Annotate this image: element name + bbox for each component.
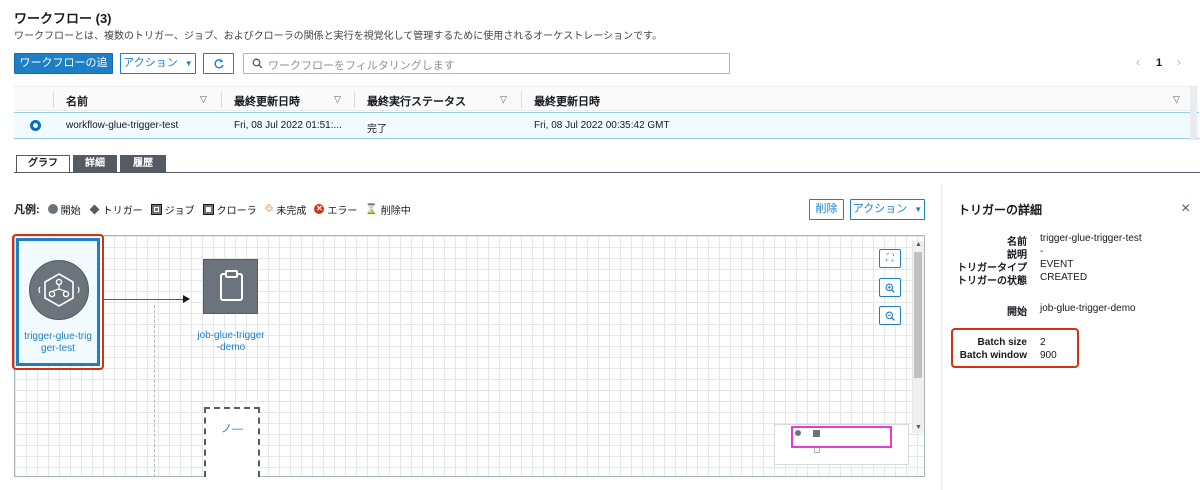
start-circle-icon [47, 204, 58, 214]
field-value: job-glue-trigger-demo [1040, 303, 1136, 314]
column-name[interactable]: 名前 [66, 93, 88, 109]
job-node-label[interactable]: job-glue-trigger -demo [188, 330, 274, 354]
legend-deleting: ⌛ 削除中 [365, 203, 411, 217]
trigger-diamond-icon [89, 204, 100, 214]
sort-caret-icon[interactable]: ▽ [334, 94, 341, 105]
graph-actions-dropdown[interactable]: アクション ▼ [850, 199, 925, 220]
legend-trigger: トリガー [89, 202, 143, 217]
caret-down-icon: ▼ [184, 59, 193, 68]
column-divider [53, 91, 54, 108]
cell-status: 完了 [367, 124, 387, 135]
trigger-node-icon [29, 260, 89, 320]
column-divider [221, 91, 222, 108]
crawler-icon [202, 203, 214, 215]
actions-dropdown[interactable]: アクション ▼ [120, 53, 196, 74]
field-value: CREATED [1040, 272, 1088, 283]
search-icon [252, 58, 263, 69]
cell-modified: Fri, 08 Jul 2022 01:51:... [234, 120, 342, 131]
dashed-edge [154, 305, 155, 477]
page-number[interactable]: 1 [1156, 57, 1162, 69]
row-radio-selected[interactable] [30, 120, 41, 131]
legend-incomplete: ⟐ 未完成 [264, 202, 307, 217]
tab-history[interactable]: 履歴 [120, 155, 166, 173]
scrollbar-thumb[interactable] [914, 252, 922, 378]
table-scrollbar[interactable] [1190, 86, 1197, 140]
zoom-out-icon [885, 311, 895, 321]
legend-label: 凡例: [14, 204, 40, 216]
cell-updated: Fri, 08 Jul 2022 00:35:42 GMT [534, 120, 670, 131]
graph-actions-label: アクション [852, 203, 908, 215]
tab-graph[interactable]: グラフ [16, 155, 70, 173]
field-key: トリガーの状態 [957, 276, 1027, 287]
column-last-updated[interactable]: 最終更新日時 [534, 93, 600, 109]
prev-page-icon[interactable]: ‹ [1136, 55, 1140, 69]
scroll-up-icon[interactable]: ▲ [915, 241, 922, 248]
column-divider [354, 91, 355, 108]
column-divider [521, 91, 522, 108]
batch-highlight-box [951, 328, 1079, 368]
caret-down-icon: ▼ [914, 205, 923, 214]
add-workflow-button[interactable]: ワークフローの追加 [14, 53, 113, 88]
job-icon [150, 203, 162, 215]
incomplete-icon: ⟐ [264, 202, 274, 215]
tab-details[interactable]: 詳細 [73, 155, 117, 173]
legend-crawler: クローラ [202, 202, 257, 217]
table-header: 名前 ▽ 最終更新日時 ▽ 最終実行ステータス ▽ 最終更新日時 ▽ [14, 86, 1199, 111]
arrowhead-icon [183, 295, 190, 303]
close-icon[interactable]: × [1181, 201, 1190, 217]
column-last-modified[interactable]: 最終更新日時 [234, 93, 300, 109]
sort-caret-icon[interactable]: ▽ [200, 94, 207, 105]
tabs-divider [14, 172, 1200, 173]
legend-start: 開始 [47, 202, 81, 217]
refresh-button[interactable] [203, 53, 234, 74]
legend-error: ✕ エラー [314, 204, 358, 217]
zoom-in-button[interactable] [879, 278, 901, 297]
details-title: トリガーの詳細 [958, 203, 1043, 217]
trigger-node[interactable]: trigger-glue-trig ger-test [16, 238, 100, 366]
placeholder-node-label: ノ— [221, 423, 243, 435]
trigger-node-label[interactable]: trigger-glue-trig ger-test [19, 331, 97, 355]
sort-caret-icon[interactable]: ▽ [500, 94, 507, 105]
next-page-icon[interactable]: › [1177, 55, 1181, 69]
search-placeholder: ワークフローをフィルタリングします [268, 60, 455, 72]
page-title: ワークフロー (3) [14, 11, 112, 26]
field-value: - [1040, 246, 1044, 257]
zoom-in-icon [885, 283, 895, 293]
fit-view-button[interactable]: ⛶ [879, 249, 901, 268]
legend-job: ジョブ [150, 202, 195, 217]
edge-arrow [103, 299, 187, 300]
field-value: trigger-glue-trigger-test [1040, 233, 1142, 244]
job-node[interactable] [203, 259, 258, 314]
error-icon: ✕ [314, 204, 325, 214]
table-row[interactable]: workflow-glue-trigger-test Fri, 08 Jul 2… [14, 112, 1199, 139]
fit-icon: ⛶ [886, 253, 894, 264]
minimap-viewport[interactable] [791, 426, 892, 448]
sort-caret-icon[interactable]: ▽ [1173, 94, 1180, 105]
search-input[interactable]: ワークフローをフィルタリングします [243, 53, 730, 74]
delete-button[interactable]: 削除 [809, 199, 844, 220]
placeholder-node[interactable]: ノ— [204, 407, 260, 477]
page-description: ワークフローとは、複数のトリガー、ジョブ、およびクローラの関係と実行を視覚化して… [14, 31, 663, 42]
field-key: 開始 [1007, 307, 1027, 318]
actions-label: アクション [123, 57, 178, 69]
scroll-down-icon[interactable]: ▼ [915, 424, 922, 431]
refresh-icon [214, 59, 224, 69]
zoom-out-button[interactable] [879, 306, 901, 325]
legend: 凡例: 開始 トリガー ジョブ クローラ ⟐ 未完成 ✕ エラー ⌛ 削除中 [14, 202, 419, 217]
hourglass-icon: ⌛ [365, 203, 378, 215]
column-last-run-status[interactable]: 最終実行ステータス [367, 93, 466, 109]
clipboard-icon [220, 270, 243, 301]
cell-workflow-name[interactable]: workflow-glue-trigger-test [66, 120, 178, 131]
field-value: EVENT [1040, 259, 1074, 270]
